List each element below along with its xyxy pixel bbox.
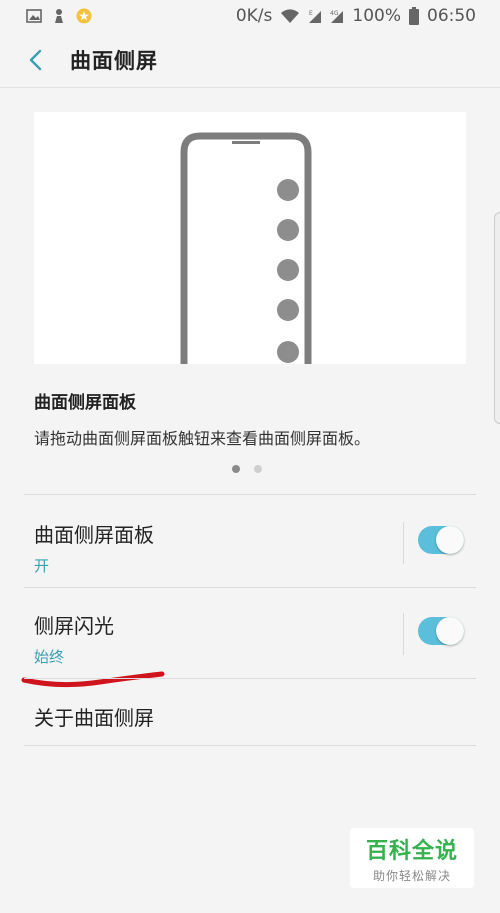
edge-lighting-toggle[interactable] [418, 617, 464, 645]
phone-illustration [180, 132, 312, 364]
app-bar: 曲面侧屏 [0, 32, 500, 88]
about-edge-screen[interactable]: 关于曲面侧屏 [0, 680, 500, 746]
status-bar: 0K/s E 4G 100% 06:50 [0, 0, 500, 32]
star-icon [76, 8, 92, 24]
preview-illustration [34, 112, 466, 364]
panel-description: 请拖动曲面侧屏面板触钮来查看曲面侧屏面板。 [34, 429, 371, 448]
wifi-icon [280, 8, 300, 24]
divider [24, 494, 476, 495]
watermark-title: 百科全说 [365, 838, 458, 864]
separator [403, 613, 404, 655]
svg-text:E: E [309, 10, 313, 17]
about-label: 关于曲面侧屏 [34, 706, 154, 730]
svg-text:4G: 4G [330, 10, 339, 17]
setting-edge-lighting[interactable]: 侧屏闪光 始终 [0, 588, 500, 678]
setting-label: 侧屏闪光 [34, 614, 114, 638]
clock: 06:50 [427, 6, 476, 26]
setting-status: 开 [34, 557, 50, 575]
watermark-logo: 百科全说 助你轻松解决 [350, 828, 474, 888]
edge-dot [277, 259, 299, 281]
page-dot[interactable] [254, 465, 262, 473]
page-indicator[interactable] [232, 465, 262, 473]
battery-percent: 100% [352, 6, 401, 26]
notification-icon [52, 8, 66, 24]
status-left [26, 8, 92, 24]
back-button[interactable] [0, 32, 70, 88]
setting-edge-panels[interactable]: 曲面侧屏面板 开 [0, 497, 500, 587]
edge-panels-toggle[interactable] [418, 526, 464, 554]
setting-status: 始终 [34, 648, 65, 666]
signal-e-icon: E [308, 8, 322, 24]
edge-dot [277, 219, 299, 241]
image-icon [26, 9, 42, 23]
separator [403, 522, 404, 564]
edge-dot [277, 299, 299, 321]
signal-4g-icon: 4G [330, 8, 344, 24]
page-dot-active[interactable] [232, 465, 240, 473]
toggle-knob [436, 617, 464, 645]
edge-dot [277, 341, 299, 363]
edge-panel-handle[interactable] [494, 212, 500, 424]
watermark-subtitle: 助你轻松解决 [372, 868, 451, 883]
panel-title: 曲面侧屏面板 [34, 393, 136, 413]
status-right: 0K/s E 4G 100% 06:50 [236, 6, 476, 26]
chevron-left-icon [29, 49, 42, 70]
divider [24, 745, 476, 746]
setting-label: 曲面侧屏面板 [34, 523, 154, 547]
battery-icon [409, 7, 419, 25]
net-speed: 0K/s [235, 6, 273, 26]
page-title: 曲面侧屏 [70, 48, 158, 73]
toggle-knob [436, 526, 464, 554]
edge-dot [277, 179, 299, 201]
divider [24, 678, 476, 679]
